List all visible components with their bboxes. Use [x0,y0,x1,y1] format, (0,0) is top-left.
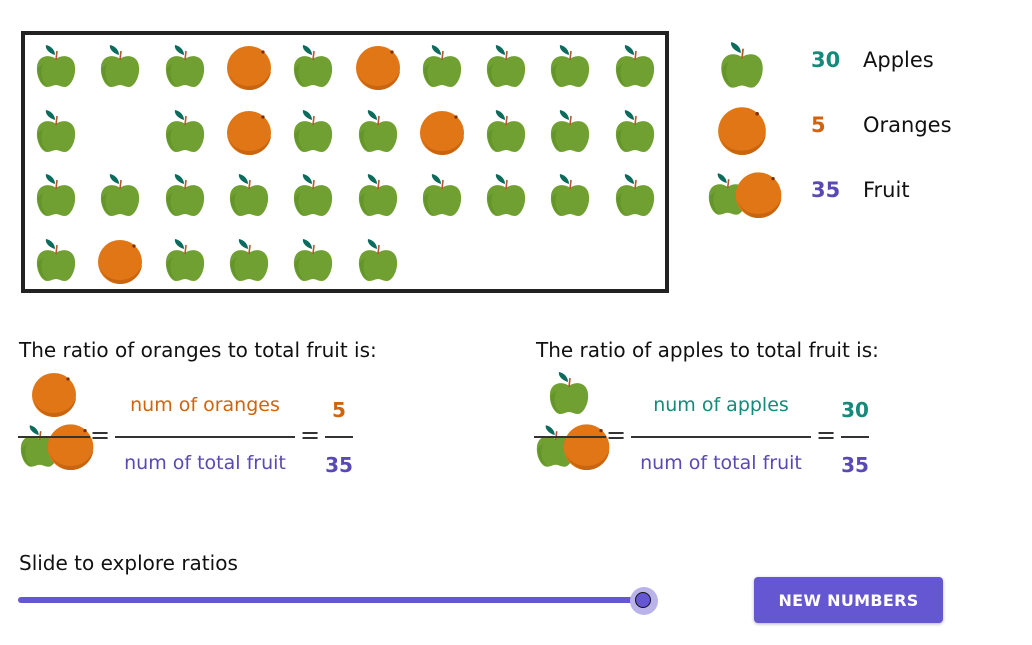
numerator-label: num of oranges [130,394,280,416]
equals-sign: = [90,421,111,449]
fraction-bar [631,436,811,438]
numerator-label: num of apples [653,394,789,416]
ratio-oranges-title: The ratio of oranges to total fruit is: [19,338,377,362]
apple-icon [546,172,594,220]
oranges-count: 5 [811,113,826,137]
apple-icon [96,172,144,220]
apple-icon [289,237,337,285]
apple-icon [418,172,466,220]
fruit-icon [532,420,612,472]
apple-icon [482,43,530,91]
apple-icon [32,172,80,220]
fraction-bar [115,436,295,438]
denominator-value: 35 [325,453,353,477]
ratio-slider-track[interactable] [18,597,644,603]
ratio-apples-title: The ratio of apples to total fruit is: [536,338,879,362]
ratio-slider-thumb[interactable] [635,592,651,608]
fruit-icon [16,420,96,472]
orange-icon [30,370,78,418]
numerator-value: 5 [332,398,346,422]
oranges-label: Oranges [863,113,952,137]
apple-icon [545,370,593,418]
apple-icon [289,108,337,156]
denominator-value: 35 [841,453,869,477]
apple-icon [716,40,768,92]
orange-icon [418,108,466,156]
orange-icon [354,43,402,91]
apple-icon [161,172,209,220]
fruit-grid [21,31,669,293]
orange-icon [225,108,273,156]
apple-icon [482,108,530,156]
fruit-icon [704,168,784,220]
apple-icon [289,172,337,220]
denominator-label: num of total fruit [640,452,802,474]
apple-icon [32,43,80,91]
apple-icon [96,43,144,91]
apple-icon [418,43,466,91]
equals-sign: = [606,421,627,449]
apple-icon [161,108,209,156]
value-fraction-bar [325,436,353,438]
apple-icon [161,237,209,285]
apple-icon [289,43,337,91]
fruit-count: 35 [811,178,841,202]
equals-sign: = [300,421,321,449]
slider-label: Slide to explore ratios [19,551,238,575]
apple-icon [354,172,402,220]
denominator-label: num of total fruit [124,452,286,474]
apple-icon [546,43,594,91]
apples-count: 30 [811,48,841,72]
apples-label: Apples [863,48,934,72]
apple-icon [32,237,80,285]
equals-sign: = [816,421,837,449]
icon-fraction-bar [534,436,606,438]
apple-icon [225,237,273,285]
new-numbers-button[interactable]: NEW NUMBERS [754,577,943,623]
apple-icon [161,43,209,91]
numerator-value: 30 [841,398,869,422]
orange-icon [225,43,273,91]
apple-icon [354,108,402,156]
apple-icon [32,108,80,156]
apple-icon [611,108,659,156]
apple-icon [611,43,659,91]
apple-icon [354,237,402,285]
orange-icon [716,104,768,156]
fruit-label: Fruit [863,178,910,202]
apple-icon [482,172,530,220]
apple-icon [611,172,659,220]
icon-fraction-bar [18,436,90,438]
apple-icon [546,108,594,156]
orange-icon [96,237,144,285]
value-fraction-bar [841,436,869,438]
apple-icon [225,172,273,220]
